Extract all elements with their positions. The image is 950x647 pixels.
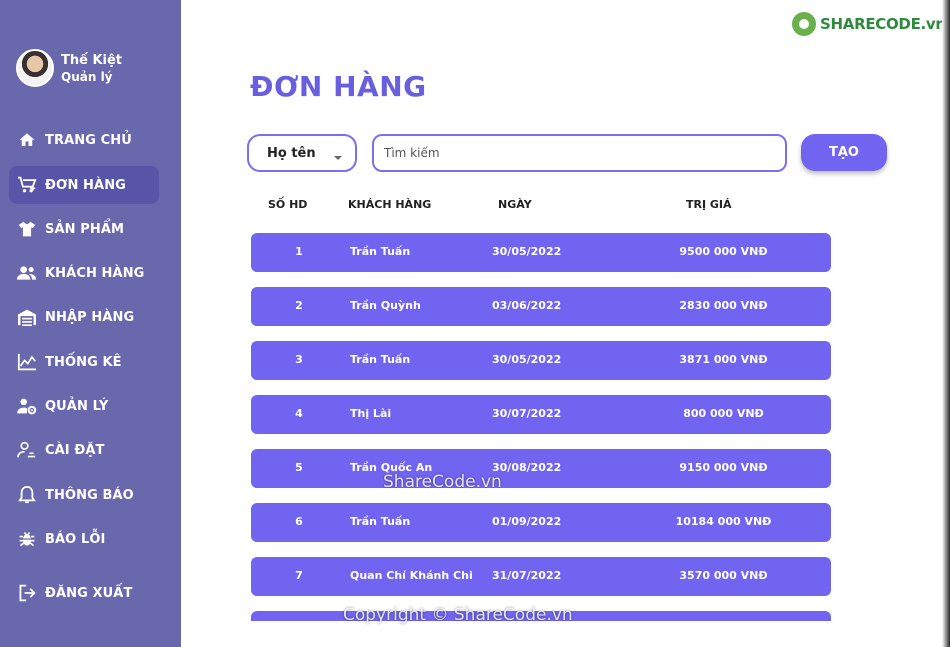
cell-value: 3871 000 VNĐ xyxy=(679,353,768,366)
cell-customer: Trần Quỳnh xyxy=(350,299,421,312)
cell-date: 30/05/2022 xyxy=(492,353,562,366)
nav-item-logout[interactable]: ĐĂNG XUẤT xyxy=(9,574,159,612)
cell-id: 1 xyxy=(295,245,303,258)
nav-item-management[interactable]: QUẢN LÝ xyxy=(9,387,159,425)
create-button[interactable]: TẠO xyxy=(801,134,887,171)
nav-label: NHẬP HÀNG xyxy=(45,309,135,325)
page-title: ĐƠN HÀNG xyxy=(250,70,427,103)
logo-text: SHARECODE.vn xyxy=(820,15,946,33)
table-row[interactable]: 5 Trần Quốc An 30/08/2022 9150 000 VNĐ xyxy=(251,449,831,488)
cell-date: 01/09/2022 xyxy=(492,515,562,528)
warehouse-icon xyxy=(17,307,37,327)
table-row[interactable]: 1 Trần Tuấn 30/05/2022 9500 000 VNĐ xyxy=(251,233,831,272)
nav-item-statistics[interactable]: THỐNG KÊ xyxy=(9,343,159,381)
cell-date: 30/07/2022 xyxy=(492,407,562,420)
nav-item-orders[interactable]: ĐƠN HÀNG xyxy=(9,166,159,204)
cell-date: 30/08/2022 xyxy=(492,461,562,474)
home-icon xyxy=(17,130,37,150)
column-header-date: NGÀY xyxy=(498,198,532,211)
nav-label: QUẢN LÝ xyxy=(45,398,109,414)
cell-customer: Trần Tuấn xyxy=(350,245,411,258)
cell-customer: Trần Tuấn xyxy=(350,353,411,366)
cell-value: 800 000 VNĐ xyxy=(683,407,764,420)
nav-label: CÀI ĐẶT xyxy=(45,442,105,458)
cell-customer: Thị Lài xyxy=(350,407,392,420)
cell-customer: Trần Tuấn xyxy=(350,515,411,528)
column-header-id: SỐ HD xyxy=(268,198,308,211)
cell-date: 31/07/2022 xyxy=(492,569,562,582)
table-row[interactable]: 7 Quan Chí Khánh Chi 31/07/2022 3570 000… xyxy=(251,557,831,596)
bell-icon xyxy=(17,485,37,505)
cell-value: 3570 000 VNĐ xyxy=(679,569,768,582)
cell-id: 5 xyxy=(295,461,303,474)
cart-icon xyxy=(17,175,37,195)
filter-select-value: Họ tên xyxy=(267,145,316,161)
logout-icon xyxy=(17,583,37,603)
profile-name: Thế Kiệt xyxy=(61,52,123,68)
table-row[interactable]: 4 Thị Lài 30/07/2022 800 000 VNĐ xyxy=(251,395,831,434)
profile-role: Quản lý xyxy=(61,69,113,84)
avatar xyxy=(16,49,54,87)
nav-item-notifications[interactable]: THÔNG BÁO xyxy=(9,476,159,514)
cell-date: 30/05/2022 xyxy=(492,245,562,258)
cell-id: 6 xyxy=(295,515,303,528)
nav-label: THÔNG BÁO xyxy=(45,487,134,503)
cell-date: 03/06/2022 xyxy=(492,299,562,312)
nav-label: KHÁCH HÀNG xyxy=(45,265,145,281)
column-header-customer: KHÁCH HÀNG xyxy=(348,198,432,211)
nav-label: ĐƠN HÀNG xyxy=(45,177,126,193)
chevron-down-icon xyxy=(334,156,342,160)
shirt-icon xyxy=(17,219,37,239)
table-scroll-clip xyxy=(181,621,950,647)
nav-item-settings[interactable]: CÀI ĐẶT xyxy=(9,431,159,469)
nav-item-products[interactable]: SẢN PHẨM xyxy=(9,210,159,248)
nav-label: SẢN PHẨM xyxy=(45,221,125,237)
nav-item-home[interactable]: TRANG CHỦ xyxy=(9,121,159,159)
cell-id: 3 xyxy=(295,353,303,366)
cell-id: 2 xyxy=(295,299,303,312)
nav-label: THỐNG KÊ xyxy=(45,354,122,370)
user-gear-icon xyxy=(17,396,37,416)
nav-item-customers[interactable]: KHÁCH HÀNG xyxy=(9,254,159,292)
nav-item-import[interactable]: NHẬP HÀNG xyxy=(9,298,159,336)
user-profile[interactable]: Thế Kiệt Quản lý xyxy=(16,49,122,87)
nav-label: BÁO LỖI xyxy=(45,531,106,547)
table-row[interactable]: 3 Trần Tuấn 30/05/2022 3871 000 VNĐ xyxy=(251,341,831,380)
nav-label: TRANG CHỦ xyxy=(45,132,132,148)
user-settings-icon xyxy=(17,440,37,460)
cell-id: 4 xyxy=(295,407,303,420)
cell-customer: Trần Quốc An xyxy=(350,461,433,474)
nav-label: ĐĂNG XUẤT xyxy=(45,585,133,601)
bug-icon xyxy=(17,529,37,549)
cell-value: 2830 000 VNĐ xyxy=(679,299,768,312)
sharecode-logo: SHARECODE.vn xyxy=(792,12,946,36)
cell-value: 9150 000 VNĐ xyxy=(679,461,768,474)
cell-value: 10184 000 VNĐ xyxy=(675,515,772,528)
table-row[interactable]: 6 Trần Tuấn 01/09/2022 10184 000 VNĐ xyxy=(251,503,831,542)
filter-select[interactable]: Họ tên xyxy=(247,134,357,172)
cell-id: 7 xyxy=(295,569,303,582)
window-edge xyxy=(942,0,950,647)
table-row[interactable]: 2 Trần Quỳnh 03/06/2022 2830 000 VNĐ xyxy=(251,287,831,326)
chart-icon xyxy=(17,352,37,372)
sidebar: Thế Kiệt Quản lý TRANG CHỦ ĐƠN HÀNG SẢN … xyxy=(0,0,181,647)
nav-item-bug-report[interactable]: BÁO LỖI xyxy=(9,520,159,558)
search-input[interactable] xyxy=(372,134,787,172)
people-icon xyxy=(17,263,37,283)
cell-customer: Quan Chí Khánh Chi xyxy=(350,569,473,582)
cell-value: 9500 000 VNĐ xyxy=(679,245,768,258)
sharecode-logo-icon xyxy=(792,12,816,36)
column-header-value: TRỊ GIÁ xyxy=(686,198,732,211)
